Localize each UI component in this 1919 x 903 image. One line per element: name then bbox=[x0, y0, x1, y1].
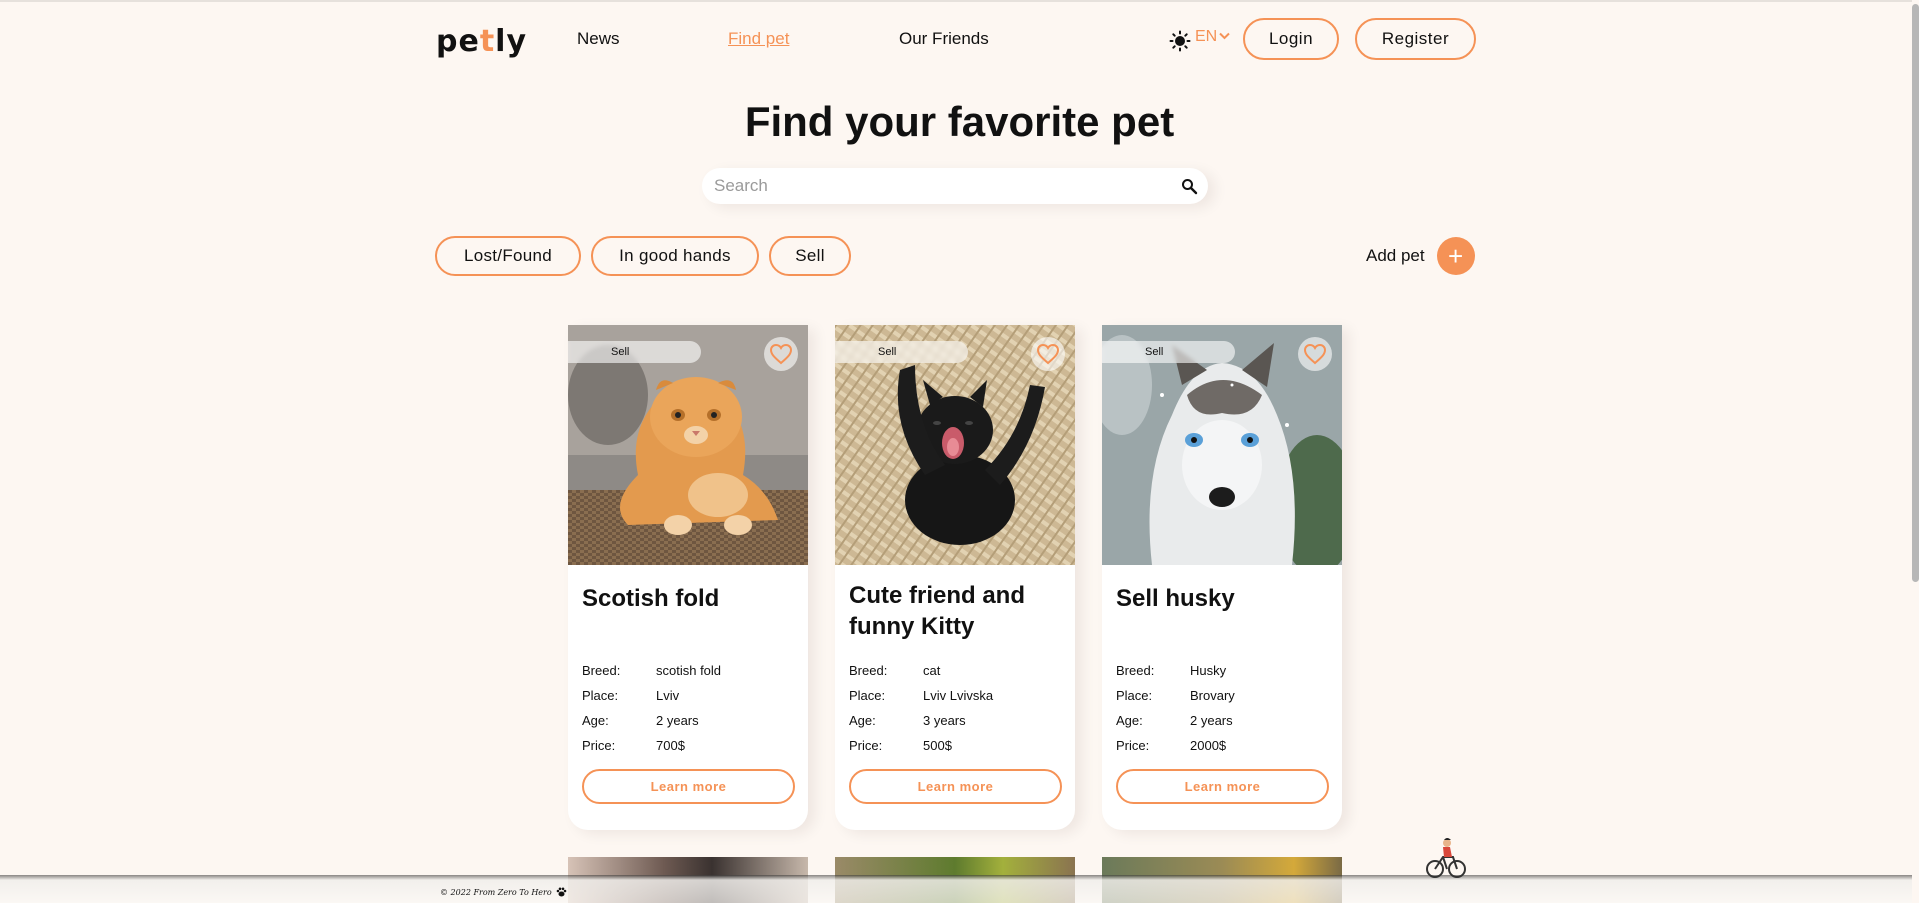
search-box bbox=[702, 168, 1208, 204]
chevron-down-icon bbox=[1219, 31, 1230, 43]
add-pet-button[interactable]: Add pet + bbox=[1366, 237, 1475, 275]
age-row: Age: 2 years bbox=[582, 708, 797, 733]
pet-title: Scotish fold bbox=[582, 585, 720, 612]
breed-value: cat bbox=[923, 663, 941, 678]
logo-text-suffix: ly bbox=[495, 24, 528, 59]
login-button[interactable]: Login bbox=[1243, 18, 1339, 60]
price-value: 2000$ bbox=[1190, 738, 1227, 753]
logo-text-accent: t bbox=[479, 24, 496, 59]
filter-in-good-hands-button[interactable]: In good hands bbox=[591, 236, 759, 276]
place-label: Place: bbox=[1116, 688, 1153, 703]
pet-info: Breed: Husky Place: Brovary Age: 2 years Pr… bbox=[1116, 658, 1331, 758]
search-icon[interactable] bbox=[1181, 178, 1198, 195]
sun-icon[interactable] bbox=[1169, 30, 1191, 52]
price-row: Price: 500$ bbox=[849, 733, 1064, 758]
top-border bbox=[0, 0, 1919, 2]
place-value: Lviv Lvivska bbox=[923, 688, 994, 703]
breed-row: Breed: scotish fold bbox=[582, 658, 797, 683]
breed-label: Breed: bbox=[1116, 663, 1155, 678]
filter-sell-button[interactable]: Sell bbox=[769, 236, 851, 276]
nav-our-friends[interactable]: Our Friends bbox=[899, 29, 989, 49]
pet-card: Sell Scotish fold Breed: scotish fold Pla… bbox=[568, 325, 808, 830]
cyclist-icon[interactable] bbox=[1426, 835, 1466, 879]
page-title: Find your favorite pet bbox=[744, 98, 1175, 145]
filter-lost-found-button[interactable]: Lost/Found bbox=[435, 236, 581, 276]
breed-label: Breed: bbox=[582, 663, 621, 678]
breed-label: Breed: bbox=[849, 663, 888, 678]
price-label: Price: bbox=[582, 738, 616, 753]
footer: © 2022 From Zero To Hero bbox=[440, 887, 567, 897]
heart-icon[interactable] bbox=[764, 337, 798, 371]
site-header: petly News Find pet Our Friends EN Login… bbox=[436, 18, 1476, 62]
age-row: Age: 2 years bbox=[1116, 708, 1331, 733]
heart-icon[interactable] bbox=[1298, 337, 1332, 371]
breed-row: Breed: cat bbox=[849, 658, 1064, 683]
add-pet-label: Add pet bbox=[1366, 246, 1425, 265]
heart-icon[interactable] bbox=[1031, 337, 1065, 371]
scrollbar-thumb[interactable] bbox=[1912, 4, 1919, 582]
pet-title: Sell husky bbox=[1116, 585, 1235, 612]
price-label: Price: bbox=[1116, 738, 1150, 753]
place-label: Place: bbox=[849, 688, 886, 703]
register-button[interactable]: Register bbox=[1355, 18, 1476, 60]
category-badge: Sell bbox=[835, 341, 968, 363]
breed-value: scotish fold bbox=[656, 663, 722, 678]
plus-icon: + bbox=[1436, 237, 1475, 275]
age-label: Age: bbox=[582, 713, 609, 728]
place-value: Brovary bbox=[1190, 688, 1235, 703]
price-value: 700$ bbox=[656, 738, 685, 753]
pet-title: Cute friend and funny Kitty bbox=[849, 582, 1026, 640]
logo[interactable]: petly bbox=[436, 24, 527, 59]
pet-info: Breed: scotish fold Place: Lviv Age: 2 year… bbox=[582, 658, 797, 758]
price-row: Price: 700$ bbox=[582, 733, 797, 758]
age-row: Age: 3 years bbox=[849, 708, 1064, 733]
learn-more-button[interactable]: Learn more bbox=[582, 769, 795, 804]
age-value: 2 years bbox=[656, 713, 699, 728]
language-selector[interactable]: EN bbox=[1195, 28, 1231, 46]
breed-row: Breed: Husky bbox=[1116, 658, 1331, 683]
place-label: Place: bbox=[582, 688, 619, 703]
language-label: EN bbox=[1195, 28, 1218, 45]
nav-news[interactable]: News bbox=[577, 29, 620, 49]
place-row: Place: Brovary bbox=[1116, 683, 1331, 708]
category-badge: Sell bbox=[568, 341, 701, 363]
learn-more-button[interactable]: Learn more bbox=[1116, 769, 1329, 804]
pet-card: Sell Cute friend and funny Kitty Breed: c… bbox=[835, 325, 1075, 830]
breed-value: Husky bbox=[1190, 663, 1227, 678]
price-label: Price: bbox=[849, 738, 883, 753]
footer-bar bbox=[0, 875, 1912, 903]
pet-card: Sell Sell husky Breed: Husky Place: Brovar… bbox=[1102, 325, 1342, 830]
search-input[interactable] bbox=[714, 168, 1154, 204]
logo-text-prefix: pe bbox=[436, 24, 480, 59]
age-label: Age: bbox=[1116, 713, 1143, 728]
price-value: 500$ bbox=[923, 738, 952, 753]
learn-more-button[interactable]: Learn more bbox=[849, 769, 1062, 804]
pet-info: Breed: cat Place: Lviv Lvivska Age: 3 years… bbox=[849, 658, 1064, 758]
paw-icon bbox=[556, 887, 566, 897]
age-value: 2 years bbox=[1190, 713, 1233, 728]
age-value: 3 years bbox=[923, 713, 966, 728]
footer-copyright: © 2022 From Zero To Hero bbox=[440, 887, 552, 897]
place-row: Place: Lviv bbox=[582, 683, 797, 708]
category-badge: Sell bbox=[1102, 341, 1235, 363]
place-value: Lviv bbox=[656, 688, 680, 703]
nav-find-pet[interactable]: Find pet bbox=[728, 29, 789, 49]
price-row: Price: 2000$ bbox=[1116, 733, 1331, 758]
age-label: Age: bbox=[849, 713, 876, 728]
place-row: Place: Lviv Lvivska bbox=[849, 683, 1064, 708]
